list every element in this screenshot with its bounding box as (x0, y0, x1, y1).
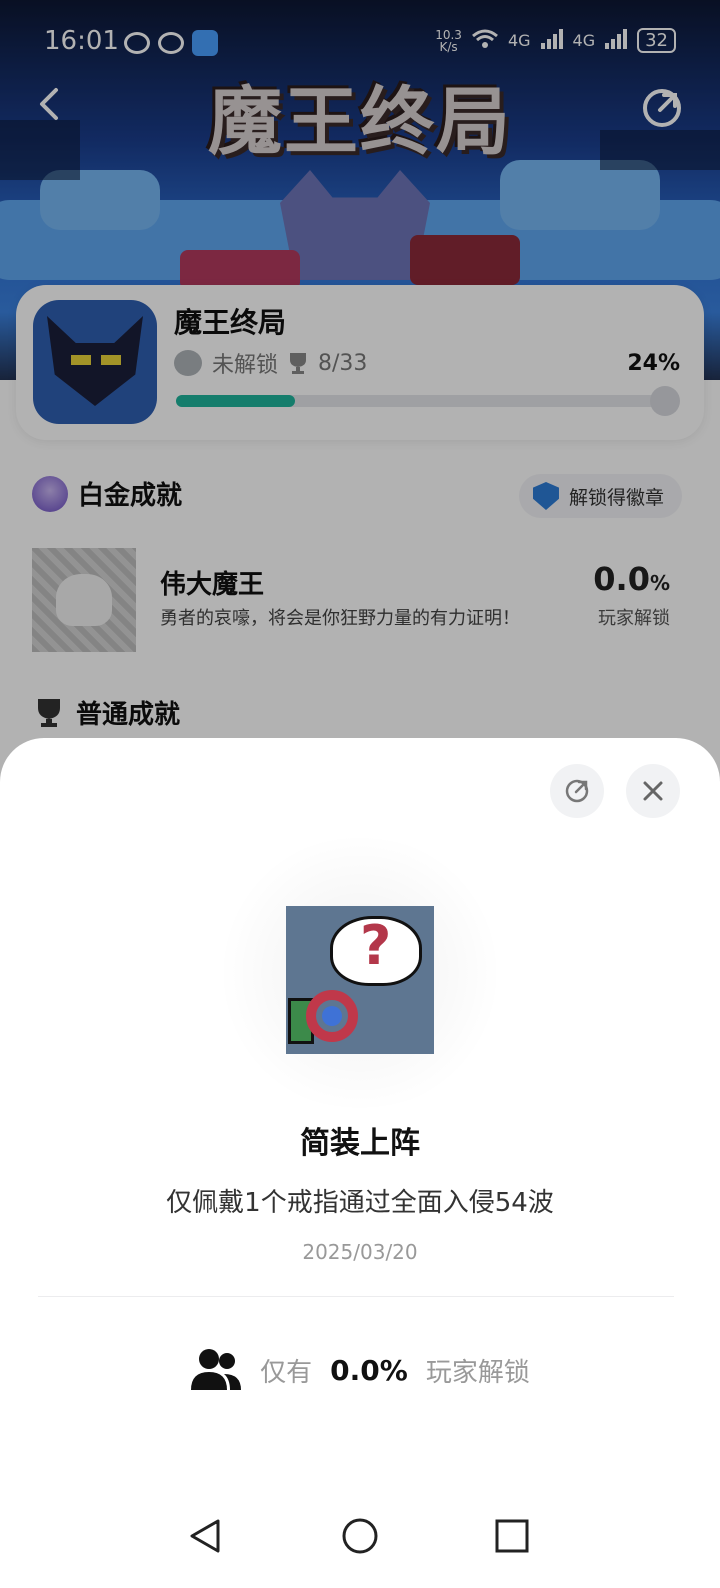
achievement-title: 简装上阵 (300, 1126, 420, 1161)
close-icon (643, 781, 663, 801)
unlock-stat-prefix: 仅有 (260, 1357, 313, 1388)
achievement-detail-sheet: ? 简装上阵 仅佩戴1个戒指通过全面入侵54波 2025/03/20 仅有 0.… (0, 738, 720, 1588)
unlock-stat-suffix: 玩家解锁 (425, 1357, 530, 1388)
nav-back-icon[interactable] (186, 1516, 226, 1556)
users-icon (190, 1348, 242, 1392)
achievement-date: 2025/03/20 (302, 1240, 418, 1264)
sheet-close-button[interactable] (626, 764, 680, 818)
achievement-icon: ? (286, 906, 434, 1054)
achievement-desc: 仅佩戴1个戒指通过全面入侵54波 (166, 1188, 554, 1218)
unlock-stat: 仅有 0.0% 玩家解锁 (0, 1348, 720, 1392)
sheet-share-button[interactable] (550, 764, 604, 818)
divider (38, 1296, 674, 1297)
system-nav-bar (0, 1490, 720, 1588)
share-icon (565, 779, 589, 803)
unlock-stat-value: 0.0% (330, 1353, 408, 1387)
nav-recents-icon[interactable] (492, 1516, 532, 1556)
nav-home-icon[interactable] (340, 1516, 380, 1556)
